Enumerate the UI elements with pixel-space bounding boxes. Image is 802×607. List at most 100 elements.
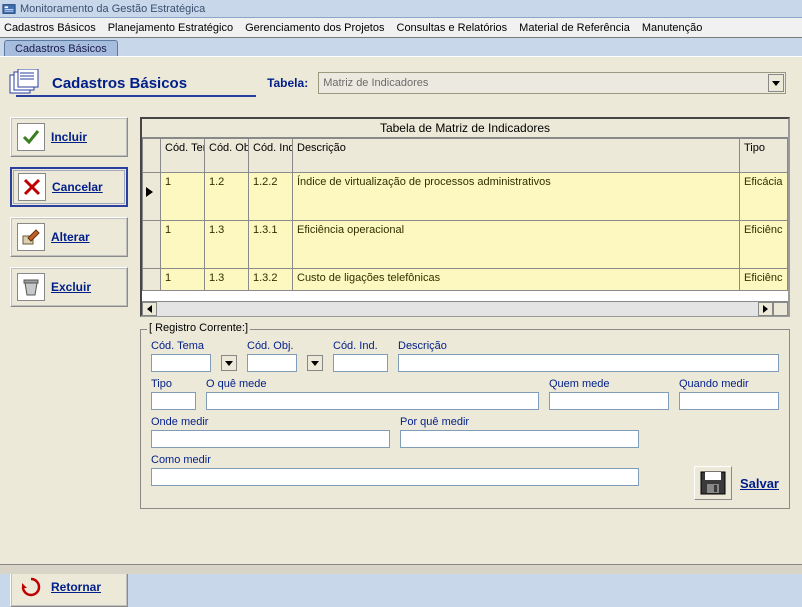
arrow-right-icon [763, 305, 768, 313]
cell-cod-tema[interactable]: 1 [161, 173, 205, 221]
salvar-button[interactable] [694, 466, 732, 500]
menu-planejamento[interactable]: Planejamento Estratégico [108, 22, 233, 34]
scroll-track[interactable] [157, 302, 758, 316]
page-title: Cadastros Básicos [52, 75, 217, 92]
lbl-quando-medir: Quando medir [679, 378, 779, 390]
return-icon [17, 573, 45, 601]
menu-consultas[interactable]: Consultas e Relatórios [397, 22, 508, 34]
excluir-button[interactable]: Excluir [10, 267, 128, 307]
cell-cod-obj[interactable]: 1.3 [205, 221, 249, 269]
window-title: Monitoramento da Gestão Estratégica [20, 3, 205, 15]
row-selector[interactable] [143, 269, 161, 291]
cell-cod-obj[interactable]: 1.2 [205, 173, 249, 221]
lbl-por-que-medir: Por quê medir [400, 416, 639, 428]
tabela-label: Tabela: [267, 76, 308, 90]
grid-corner [143, 139, 161, 173]
statusbar [0, 564, 802, 574]
menubar: Cadastros Básicos Planejamento Estratégi… [0, 18, 802, 38]
app-icon [2, 2, 16, 16]
arrow-down-icon [225, 361, 233, 366]
cell-cod-ind[interactable]: 1.3.2 [249, 269, 293, 291]
incluir-button[interactable]: Incluir [10, 117, 128, 157]
lbl-cod-tema: Cód. Tema [151, 340, 211, 352]
tabela-dropdown-button[interactable] [768, 74, 784, 92]
trash-icon [17, 273, 45, 301]
cell-tipo[interactable]: Eficiênc [740, 269, 788, 291]
table-row[interactable]: 1 1.3 1.3.2 Custo de ligações telefônica… [143, 269, 788, 291]
arrow-down-icon [311, 361, 319, 366]
menu-manutencao[interactable]: Manutenção [642, 22, 703, 34]
current-row-arrow-icon [146, 187, 153, 197]
incluir-label: Incluir [51, 130, 87, 144]
menu-gerenciamento[interactable]: Gerenciamento dos Projetos [245, 22, 384, 34]
edit-icon [17, 223, 45, 251]
input-quando-medir[interactable] [679, 392, 779, 410]
col-descricao[interactable]: Descrição [293, 139, 740, 173]
lbl-quem-mede: Quem mede [549, 378, 669, 390]
cell-cod-tema[interactable]: 1 [161, 269, 205, 291]
lbl-como-medir: Como medir [151, 454, 639, 466]
input-o-que-mede[interactable] [206, 392, 539, 410]
cell-descricao[interactable]: Índice de virtualização de processos adm… [293, 173, 740, 221]
input-por-que-medir[interactable] [400, 430, 639, 448]
tabstrip: Cadastros Básicos [0, 38, 802, 56]
input-cod-ind[interactable] [333, 354, 388, 372]
cell-cod-ind[interactable]: 1.3.1 [249, 221, 293, 269]
alterar-button[interactable]: Alterar [10, 217, 128, 257]
lbl-o-que-mede: O quê mede [206, 378, 539, 390]
lbl-tipo: Tipo [151, 378, 196, 390]
input-cod-obj[interactable] [247, 354, 297, 372]
floppy-icon [699, 470, 727, 496]
salvar-label: Salvar [740, 476, 779, 491]
tabela-combobox[interactable]: Matriz de Indicadores [318, 72, 786, 94]
cell-descricao[interactable]: Eficiência operacional [293, 221, 740, 269]
title-underline [16, 95, 256, 97]
header: Cadastros Básicos Tabela: Matriz de Indi… [8, 63, 794, 103]
horizontal-scrollbar[interactable] [142, 301, 788, 316]
table-title: Tabela de Matriz de Indicadores [142, 119, 788, 138]
window-titlebar: Monitoramento da Gestão Estratégica [0, 0, 802, 18]
cell-cod-ind[interactable]: 1.2.2 [249, 173, 293, 221]
input-tipo[interactable] [151, 392, 196, 410]
registro-legend: [ Registro Corrente:] [147, 322, 250, 334]
input-quem-mede[interactable] [549, 392, 669, 410]
cell-tipo[interactable]: Eficiênc [740, 221, 788, 269]
menu-cadastros[interactable]: Cadastros Básicos [4, 22, 96, 34]
lbl-descricao: Descrição [398, 340, 779, 352]
alterar-label: Alterar [51, 230, 90, 244]
input-como-medir[interactable] [151, 468, 639, 486]
col-cod-obj[interactable]: Cód. Obj. [205, 139, 249, 173]
scroll-left-button[interactable] [142, 302, 157, 316]
row-selector[interactable] [143, 221, 161, 269]
lbl-cod-ind: Cód. Ind. [333, 340, 388, 352]
cancelar-button[interactable]: Cancelar [10, 167, 128, 207]
cancel-icon [18, 173, 46, 201]
cell-descricao[interactable]: Custo de ligações telefônicas [293, 269, 740, 291]
input-descricao[interactable] [398, 354, 779, 372]
input-onde-medir[interactable] [151, 430, 390, 448]
sheets-icon [8, 69, 42, 97]
lbl-cod-obj: Cód. Obj. [247, 340, 297, 352]
tabela-value: Matriz de Indicadores [323, 77, 428, 89]
data-grid[interactable]: Cód. Tema Cód. Obj. Cód. Ind. Descrição … [142, 138, 788, 291]
col-cod-tema[interactable]: Cód. Tema [161, 139, 205, 173]
lbl-onde-medir: Onde medir [151, 416, 390, 428]
tab-cadastros-basicos[interactable]: Cadastros Básicos [4, 40, 118, 56]
lookup-cod-obj-button[interactable] [307, 355, 323, 371]
table-panel: Tabela de Matriz de Indicadores Cód. Tem… [140, 117, 790, 317]
input-cod-tema[interactable] [151, 354, 211, 372]
cell-tipo[interactable]: Eficácia [740, 173, 788, 221]
menu-material[interactable]: Material de Referência [519, 22, 630, 34]
cell-cod-obj[interactable]: 1.3 [205, 269, 249, 291]
table-row[interactable]: 1 1.3 1.3.1 Eficiência operacional Efici… [143, 221, 788, 269]
lookup-cod-tema-button[interactable] [221, 355, 237, 371]
cell-cod-tema[interactable]: 1 [161, 221, 205, 269]
row-selector-current[interactable] [143, 173, 161, 221]
registro-corrente-group: [ Registro Corrente:] Cód. Tema Cód. Obj… [140, 329, 790, 509]
col-cod-ind[interactable]: Cód. Ind. [249, 139, 293, 173]
col-tipo[interactable]: Tipo [740, 139, 788, 173]
table-row[interactable]: 1 1.2 1.2.2 Índice de virtualização de p… [143, 173, 788, 221]
cancelar-label: Cancelar [52, 180, 103, 194]
action-column: Incluir Cancelar Alterar [10, 117, 130, 307]
scroll-right-button[interactable] [758, 302, 773, 316]
